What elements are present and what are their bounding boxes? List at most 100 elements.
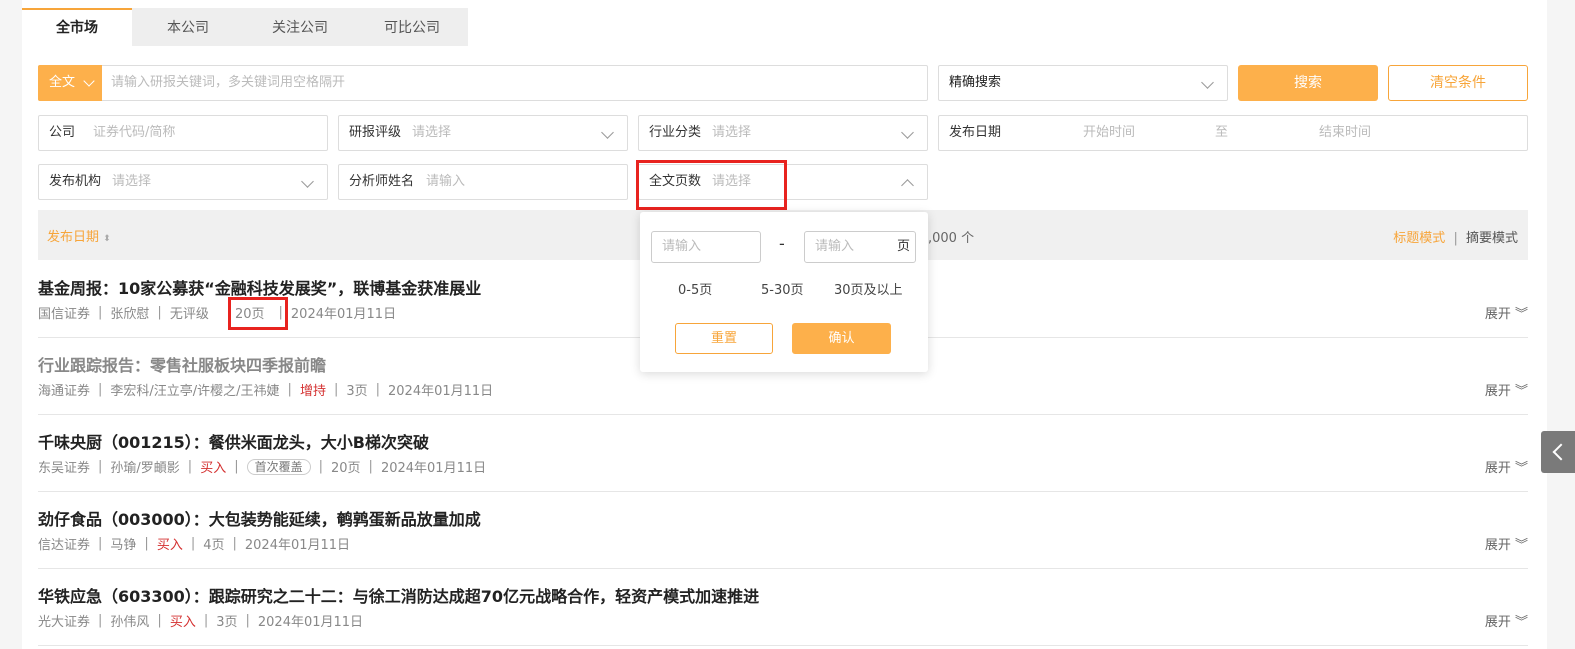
date-label: 发布日期: [949, 125, 1002, 140]
tab-comparable-companies[interactable]: 可比公司: [356, 8, 468, 46]
industry-placeholder: 请选择: [712, 125, 752, 140]
option-0-5-pages[interactable]: 0-5页: [678, 279, 712, 298]
company-field[interactable]: 公司 证券代码/简称: [38, 115, 328, 151]
item-rating: 买入: [156, 538, 183, 553]
keyword-search-box: 全文 请输入研报关键词，多关键词用空格隔开: [38, 65, 928, 101]
item-meta: 海通证券 | 李宏科/汪立亭/许樱之/王祎婕 | 增持 | 3页 | 2024年01月11日: [38, 382, 494, 399]
chevron-down-icon: [601, 126, 614, 139]
date-range-field[interactable]: 发布日期 开始时间 至 结束时间: [938, 115, 1528, 151]
double-chevron-down-icon: ︾: [1514, 461, 1528, 476]
item-org: 海通证券: [38, 384, 91, 399]
item-date: 2024年01月11日: [257, 615, 364, 630]
item-analyst: 孙瑜/罗頔影: [110, 461, 180, 476]
search-mode-select[interactable]: 精确搜索: [938, 65, 1228, 101]
search-button[interactable]: 搜索: [1238, 65, 1378, 101]
company-input[interactable]: 证券代码/简称: [93, 116, 175, 150]
highlight-box: [636, 160, 787, 210]
rating-placeholder: 请选择: [412, 125, 452, 140]
item-meta: 光大证券 | 孙伟风 | 买入 | 3页 | 2024年01月11日: [38, 613, 364, 630]
keyword-input[interactable]: 请输入研报关键词，多关键词用空格隔开: [111, 66, 345, 100]
item-rating: 买入: [169, 615, 196, 630]
date-start-input[interactable]: 开始时间: [1083, 116, 1135, 150]
item-pages: 3页: [216, 615, 238, 630]
expand-toggle[interactable]: 展开 ︾: [1485, 534, 1528, 553]
item-pages: 3页: [346, 384, 368, 399]
scope-label: 全文: [49, 75, 76, 90]
chevron-down-icon: [1201, 76, 1214, 89]
item-date: 2024年01月11日: [244, 538, 351, 553]
rating-label: 研报评级: [349, 125, 402, 140]
search-mode-value: 精确搜索: [949, 75, 1002, 90]
company-label: 公司: [49, 125, 76, 140]
item-analyst: 张欣慰: [110, 307, 150, 322]
date-end-input[interactable]: 结束时间: [1319, 116, 1371, 150]
item-org: 东吴证券: [38, 461, 91, 476]
highlight-box: [228, 297, 288, 330]
list-item: 千味央厨（001215）：餐供米面龙头，大小B梯次突破 东吴证券 | 孙瑜/罗頔影 |…: [38, 415, 1528, 492]
coverage-tag: 首次覆盖: [246, 459, 311, 475]
analyst-input[interactable]: 请输入: [426, 165, 465, 199]
item-date: 2024年01月11日: [380, 461, 487, 476]
item-pages: 4页: [203, 538, 225, 553]
item-meta: 东吴证券 | 孙瑜/罗頔影 | 买入 | 首次覆盖 | 20页 | 2024年01月11日: [38, 459, 487, 476]
tab-all-market[interactable]: 全市场: [22, 8, 132, 48]
item-title[interactable]: 华铁应急（603300）：跟踪研究之二十二：与徐工消防达成超70亿元战略合作，轻…: [38, 583, 759, 607]
scope-select[interactable]: 全文: [38, 65, 102, 101]
sort-label: 发布日期: [47, 230, 100, 245]
side-panel-toggle[interactable]: [1541, 431, 1575, 473]
option-5-30-pages[interactable]: 5-30页: [761, 279, 804, 298]
item-rating: 买入: [200, 461, 227, 476]
option-30-plus-pages[interactable]: 30页及以上: [834, 279, 903, 298]
item-org: 光大证券: [38, 615, 91, 630]
item-date: 2024年01月11日: [388, 384, 494, 399]
expand-toggle[interactable]: 展开 ︾: [1485, 611, 1528, 630]
org-select[interactable]: 发布机构 请选择: [38, 164, 328, 200]
mode-divider: |: [1453, 231, 1458, 246]
double-chevron-down-icon: ︾: [1514, 538, 1528, 553]
item-org: 信达证券: [38, 538, 91, 553]
expand-toggle[interactable]: 展开 ︾: [1485, 380, 1528, 399]
range-dash: -: [779, 234, 785, 253]
expand-toggle[interactable]: 展开 ︾: [1485, 457, 1528, 476]
double-chevron-down-icon: ︾: [1514, 384, 1528, 399]
chevron-down-icon: [901, 126, 914, 139]
item-meta: 国信证券 | 张欣慰 | 无评级 20页 | 2024年01月11日: [38, 305, 397, 322]
item-pages: 20页: [331, 461, 361, 476]
result-count: ,000 个: [928, 231, 975, 246]
summary-mode-link[interactable]: 摘要模式: [1466, 231, 1518, 246]
item-rating: 增持: [299, 384, 326, 399]
tab-followed-companies[interactable]: 关注公司: [244, 8, 356, 46]
industry-select[interactable]: 行业分类 请选择: [638, 115, 928, 151]
item-org: 国信证券: [38, 307, 91, 322]
sort-by-date[interactable]: 发布日期 ⬍: [47, 226, 111, 245]
item-meta: 信达证券 | 马铮 | 买入 | 4页 | 2024年01月11日: [38, 536, 351, 553]
view-mode-switch: 标题模式 | 摘要模式: [1393, 227, 1518, 246]
page-count-dropdown: 请输入 - 请输入 页 0-5页 5-30页 30页及以上 重置 确认: [640, 212, 928, 372]
chevron-up-icon: [901, 179, 914, 192]
analyst-field[interactable]: 分析师姓名 请输入: [338, 164, 628, 200]
item-title[interactable]: 千味央厨（001215）：餐供米面龙头，大小B梯次突破: [38, 429, 429, 453]
item-title[interactable]: 劲仔食品（003000）：大包装势能延续，鹌鹑蛋新品放量加成: [38, 506, 481, 530]
item-analyst: 孙伟风: [110, 615, 150, 630]
tab-own-company[interactable]: 本公司: [132, 8, 244, 46]
item-title[interactable]: 行业跟踪报告：零售社服板块四季报前瞻: [38, 352, 326, 376]
expand-toggle[interactable]: 展开 ︾: [1485, 303, 1528, 322]
list-item: 华铁应急（603300）：跟踪研究之二十二：与徐工消防达成超70亿元战略合作，轻…: [38, 569, 1528, 646]
chevron-left-icon: [1552, 443, 1570, 461]
sort-icon: ⬍: [103, 234, 111, 244]
item-date: 2024年01月11日: [290, 307, 397, 322]
chevron-down-icon: [83, 75, 95, 87]
double-chevron-down-icon: ︾: [1514, 615, 1528, 630]
confirm-button[interactable]: 确认: [792, 323, 891, 354]
item-rating: 无评级: [169, 307, 209, 322]
max-pages-input[interactable]: 请输入 页: [804, 231, 916, 263]
clear-conditions-button[interactable]: 清空条件: [1388, 65, 1528, 101]
rating-select[interactable]: 研报评级 请选择: [338, 115, 628, 151]
title-mode-link[interactable]: 标题模式: [1393, 231, 1445, 246]
item-analyst: 李宏科/汪立亭/许樱之/王祎婕: [110, 384, 280, 399]
org-label: 发布机构: [49, 174, 102, 189]
item-title[interactable]: 基金周报：10家公募获“金融科技发展奖”，联博基金获准展业: [38, 275, 481, 299]
reset-button[interactable]: 重置: [675, 323, 773, 354]
min-pages-input[interactable]: 请输入: [651, 231, 761, 263]
industry-label: 行业分类: [649, 125, 702, 140]
